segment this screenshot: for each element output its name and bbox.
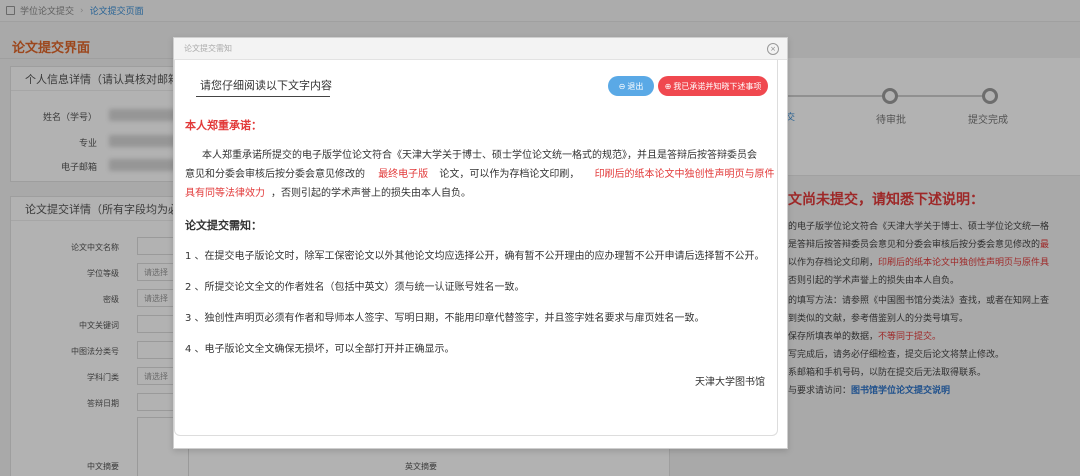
pledge-line-2: 意见和分委会审核后按分委会意见修改的 最终电子版 论文，可以作为存档论文印刷， … xyxy=(185,169,775,180)
pledge-line-3: 具有同等法律效力 ，否则引起的学术声誉上的损失由本人自负。 xyxy=(185,188,471,199)
pledge-line-1: 本人郑重承诺所提交的电子版学位论文符合《天津大学关于博士、硕士学位论文统一格式的… xyxy=(202,150,757,161)
note-item-1: 1 、在提交电子版论文时，除军工保密论文以外其他论文均应选择公开，确有暂不公开理… xyxy=(185,251,765,262)
submission-notice-modal: 论文提交需知 × 请您仔细阅读以下文字内容 ⊖ 退出 ⊕ 我已承诺并知晓下述事项 本… xyxy=(173,37,788,449)
note-item-4: 4 、电子版论文全文确保无损坏，可以全部打开并正确显示。 xyxy=(185,344,455,355)
underline-divider xyxy=(196,96,330,97)
exit-button[interactable]: ⊖ 退出 xyxy=(608,76,654,96)
accept-button[interactable]: ⊕ 我已承诺并知晓下述事项 xyxy=(658,76,768,96)
modal-title: 论文提交需知 xyxy=(184,44,232,53)
notes-heading: 论文提交需知： xyxy=(185,219,262,232)
note-item-3: 3 、独创性声明页必须有作者和导师本人签字、写明日期，不能用印章代替签字，并且签… xyxy=(185,313,705,324)
note-item-2: 2 、所提交论文全文的作者姓名（包括中英文）须与统一认证账号姓名一致。 xyxy=(185,282,525,293)
close-icon[interactable]: × xyxy=(767,43,779,55)
read-notice-label: 请您仔细阅读以下文字内容 xyxy=(200,79,332,92)
signature: 天津大学图书馆 xyxy=(695,377,765,388)
pledge-heading: 本人郑重承诺： xyxy=(185,119,262,132)
check-icon: ⊕ xyxy=(664,81,672,91)
modal-header: 论文提交需知 × xyxy=(174,38,787,60)
exit-icon: ⊖ xyxy=(618,81,626,91)
